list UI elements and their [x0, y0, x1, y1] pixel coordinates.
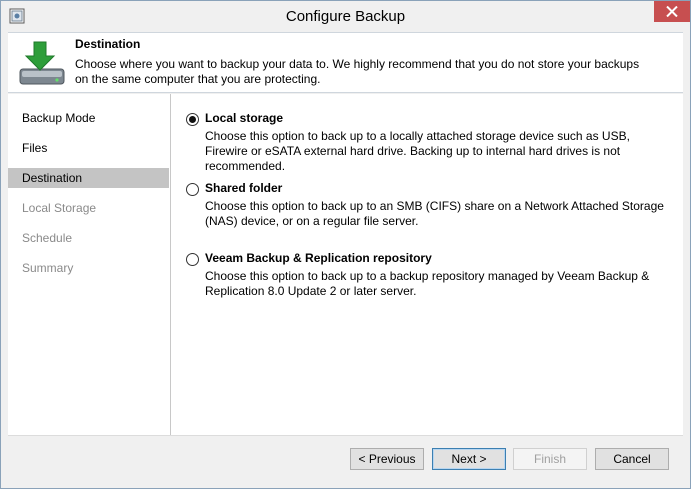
close-button[interactable]	[654, 1, 690, 22]
local-storage-radio[interactable]	[186, 113, 199, 126]
shared-folder-label[interactable]: Shared folder	[205, 181, 282, 195]
window-title: Configure Backup	[285, 8, 406, 25]
wizard-steps-sidebar: Backup Mode Files Destination Local Stor…	[8, 94, 171, 435]
configure-backup-window: Configure Backup Destination Choose wher…	[0, 0, 691, 489]
shared-folder-radio[interactable]	[186, 183, 199, 196]
sidebar-item-schedule: Schedule	[22, 231, 73, 245]
local-storage-label[interactable]: Local storage	[205, 111, 283, 125]
sidebar-item-files[interactable]: Files	[8, 138, 169, 158]
header-description: Choose where you want to backup your dat…	[75, 57, 640, 86]
previous-button[interactable]: < Previous	[350, 448, 424, 470]
sidebar-item-backup-mode[interactable]: Backup Mode	[8, 108, 169, 128]
wizard-footer: < Previous Next > Finish Cancel	[8, 435, 683, 483]
finish-button: Finish	[513, 448, 587, 470]
veeam-repository-description: Choose this option to back up to a backu…	[205, 269, 650, 298]
sidebar-item-summary: Summary	[22, 261, 74, 275]
veeam-repository-label[interactable]: Veeam Backup & Replication repository	[205, 251, 432, 265]
header-title: Destination	[75, 37, 141, 51]
destination-options-panel: Local storage Choose this option to back…	[171, 94, 683, 435]
veeam-repository-radio[interactable]	[186, 253, 199, 266]
sidebar-item-destination[interactable]: Destination	[8, 168, 169, 188]
next-button[interactable]: Next >	[432, 448, 506, 470]
local-storage-description: Choose this option to back up to a local…	[205, 129, 630, 173]
wizard-header: Destination Choose where you want to bac…	[8, 32, 683, 93]
sidebar-item-local-storage: Local Storage	[22, 201, 97, 215]
backup-destination-icon	[16, 39, 68, 91]
shared-folder-description: Choose this option to back up to an SMB …	[205, 199, 664, 228]
close-icon	[666, 6, 678, 17]
title-bar[interactable]: Configure Backup	[1, 1, 690, 32]
cancel-button[interactable]: Cancel	[595, 448, 669, 470]
